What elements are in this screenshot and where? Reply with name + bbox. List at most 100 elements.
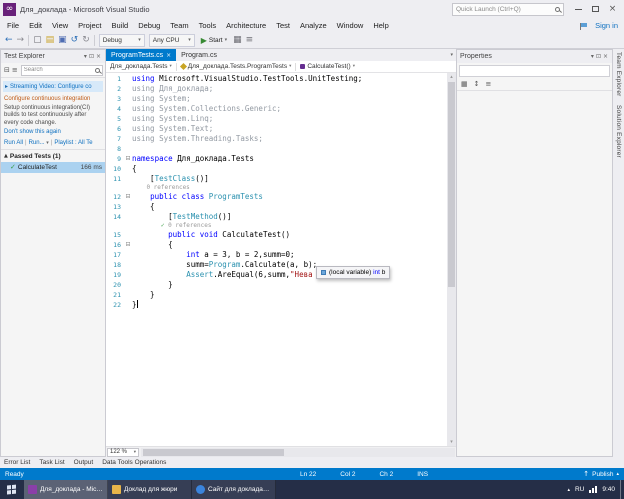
code-editor[interactable]: 1using Microsoft.VisualStudio.TestTools.… [106,73,456,446]
breadcrumb-segment[interactable]: Для_доклада.Tests▾ [106,61,176,72]
menu-item-build[interactable]: Build [107,19,134,32]
redo-icon[interactable]: ↻ [82,36,90,45]
document-tab[interactable]: Program.cs [176,49,222,61]
collapse-region-icon[interactable]: ⊟ [124,192,132,202]
tab-list-chevron-icon[interactable]: ▾ [447,49,456,61]
group-by-icon[interactable]: ≡ [11,66,19,74]
solution-configurations-dropdown[interactable]: Debug ▾ [99,34,145,47]
show-desktop-button[interactable] [620,480,624,499]
side-tab-team-explorer[interactable]: Team Explorer [615,52,622,97]
code-line[interactable]: 2using Для_доклада; [106,84,447,94]
vertical-scrollbar-thumb[interactable] [448,82,455,287]
categorized-icon[interactable]: ▦ [460,80,469,88]
code-line[interactable]: 4using System.Collections.Generic; [106,104,447,114]
sign-in-link[interactable]: Sign in [595,21,618,30]
properties-object-dropdown[interactable] [459,65,610,77]
bottom-tab-output[interactable]: Output [74,459,94,466]
code-line[interactable]: 3using System; [106,94,447,104]
clock[interactable]: 9:40 [602,486,615,493]
collapse-region-icon[interactable]: ⊟ [124,240,132,250]
undo-icon[interactable]: ↺ [71,36,79,45]
passed-tests-group-header[interactable]: ▲ Passed Tests (1) [1,151,105,162]
code-line[interactable]: 12⊟ public class ProgramTests [106,192,447,202]
collapse-region-icon[interactable]: ⊟ [124,154,132,164]
code-line[interactable]: 22} [106,300,447,310]
breadcrumb-segment[interactable]: CalculateTest()▾ [296,61,359,72]
menu-item-tools[interactable]: Tools [194,19,222,32]
code-line[interactable]: 19 Assert.AreEqual(6,summ,"Нева [106,270,447,280]
menu-item-project[interactable]: Project [73,19,106,32]
open-file-icon[interactable]: ▤ [46,36,55,45]
menu-item-window[interactable]: Window [332,19,369,32]
menu-item-debug[interactable]: Debug [133,19,165,32]
configure-ci-link[interactable]: Configure continuous integration [4,96,102,104]
side-tab-solution-explorer[interactable]: Solution Explorer [615,105,622,158]
menu-item-edit[interactable]: Edit [24,19,47,32]
code-line[interactable]: 21 } [106,290,447,300]
close-icon[interactable]: × [166,52,171,59]
dismiss-link[interactable]: Don't show this again [4,129,102,137]
publish-button[interactable]: ↑ Publish ▴ [583,470,619,478]
quick-launch-box[interactable] [452,3,564,16]
code-line[interactable]: 8 [106,144,447,154]
run-all-link[interactable]: Run All [4,140,23,146]
code-line[interactable]: 10{ [106,164,447,174]
scroll-down-icon[interactable]: ▾ [447,438,456,446]
pin-icon[interactable]: ⊡ [595,53,602,60]
code-line[interactable]: 11 [TestClass()] [106,174,447,184]
menu-item-view[interactable]: View [47,19,73,32]
code-line[interactable]: 1using Microsoft.VisualStudio.TestTools.… [106,74,447,84]
test-search-box[interactable] [21,65,103,76]
minimize-button[interactable] [570,3,587,16]
code-line[interactable]: 16⊟ { [106,240,447,250]
maximize-button[interactable] [587,3,604,16]
code-line[interactable]: 7using System.Threading.Tasks; [106,134,447,144]
network-icon[interactable] [589,486,597,493]
code-line[interactable]: 6using System.Text; [106,124,447,134]
tray-expand-icon[interactable]: ▴ [567,487,570,493]
start-debugging-button[interactable]: ▶ Start ▾ [199,36,229,45]
close-icon[interactable]: × [602,53,609,60]
horizontal-scrollbar-thumb[interactable] [143,449,284,456]
document-tab[interactable]: ProgramTests.cs× [106,49,176,61]
codelens-line[interactable]: ✓ 0 references [106,222,447,230]
code-line[interactable]: 5using System.Linq; [106,114,447,124]
code-line[interactable]: 17 int a = 3, b = 2,summ=0; [106,250,447,260]
codelens-line[interactable]: 0 references [106,184,447,192]
new-file-icon[interactable]: ▢ [33,36,42,45]
close-icon[interactable]: × [95,53,102,60]
menu-item-architecture[interactable]: Architecture [221,19,271,32]
code-line[interactable]: 14 [TestMethod()] [106,212,447,222]
save-icon[interactable]: ▣ [58,36,67,45]
notifications-flag-icon[interactable] [581,23,587,27]
start-button[interactable] [0,480,24,499]
breadcrumb-segment[interactable]: Для_доклада.Tests.ProgramTests▾ [177,61,296,72]
code-line[interactable]: 15 public void CalculateTest() [106,230,447,240]
menu-item-test[interactable]: Test [271,19,295,32]
property-pages-icon[interactable]: ≡ [485,80,493,88]
code-line[interactable]: 13 { [106,202,447,212]
test-row[interactable]: ✓CalculateTest166 ms [1,162,105,173]
language-indicator[interactable]: RU [575,486,584,493]
zoom-control[interactable]: 122 % ▾ [107,448,139,457]
menu-item-file[interactable]: File [2,19,24,32]
taskbar-button[interactable]: Для_доклада - Micr... [24,480,108,499]
vertical-scrollbar[interactable]: ▴ ▾ [447,73,456,446]
horizontal-scrollbar[interactable] [141,448,455,457]
alphabetical-icon[interactable]: ↕ [473,80,481,88]
streaming-video-banner[interactable]: ▸ Streaming Video: Configure co [3,81,103,92]
nav-forward-icon[interactable]: → [17,36,25,45]
streaming-video-link[interactable]: Streaming Video: Configure co [10,84,92,90]
taskbar-button[interactable]: Сайт для доклада н... [192,480,276,499]
more-commands-icon[interactable]: ≡ [246,36,254,45]
collapse-all-icon[interactable]: ⊟ [3,66,11,74]
nav-back-icon[interactable]: ← [5,36,13,45]
scroll-up-icon[interactable]: ▴ [447,73,456,81]
build-icon[interactable]: ▦ [233,36,242,45]
code-line[interactable]: 18 summ=Program.Calculate(a, b); [106,260,447,270]
bottom-tab-error-list[interactable]: Error List [4,459,30,466]
test-search-input[interactable] [24,67,93,73]
menu-item-analyze[interactable]: Analyze [295,19,332,32]
solution-platforms-dropdown[interactable]: Any CPU ▾ [149,34,195,47]
code-line[interactable]: 20 } [106,280,447,290]
